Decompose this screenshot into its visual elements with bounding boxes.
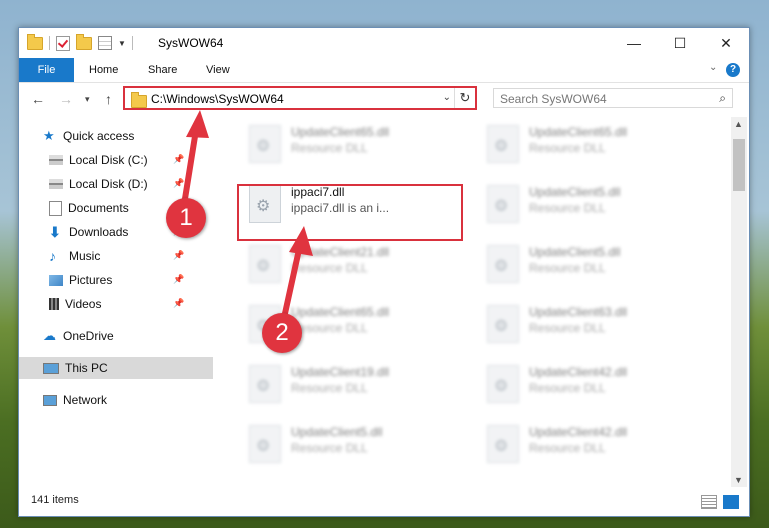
annotation-overlay [181,110,313,321]
annotation-arrow-2 [281,226,313,321]
annotation-badge-1: 1 [166,198,206,238]
annotation-badge-2: 2 [262,313,302,353]
annotation-arrow-1 [181,110,209,208]
